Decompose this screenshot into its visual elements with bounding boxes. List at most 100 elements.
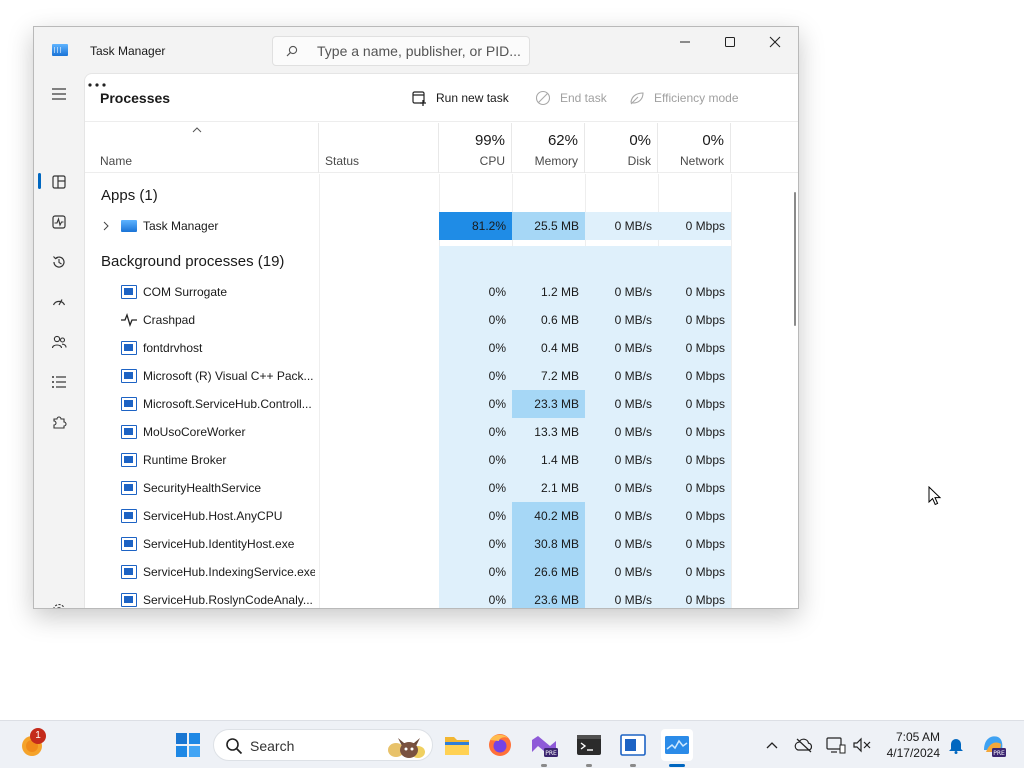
taskbar-search[interactable]: Search (213, 729, 433, 761)
efficiency-mode-button[interactable]: Efficiency mode (628, 88, 739, 108)
system-clock[interactable]: 7:05 AM 4/17/2024 (880, 729, 940, 761)
search-input[interactable] (317, 42, 522, 60)
table-row[interactable]: ServiceHub.IdentityHost.exe 0% 30.8 MB 0 MB… (85, 530, 731, 558)
network-cell: 0 Mbps (658, 278, 731, 306)
process-name: Task Manager (143, 219, 219, 233)
taskbar-file-explorer[interactable] (441, 729, 473, 761)
network-cell: 0 Mbps (658, 474, 731, 502)
nav-performance[interactable] (42, 205, 76, 239)
table-row[interactable]: ServiceHub.IndexingService.exe 0% 26.6 MB 0… (85, 558, 731, 586)
volume-tray-button[interactable] (852, 735, 872, 755)
disk-cell: 0 MB/s (585, 530, 658, 558)
network-tray-button[interactable] (826, 735, 846, 755)
table-row[interactable]: ServiceHub.Host.AnyCPU 0% 40.2 MB 0 MB/s 0 M… (85, 502, 731, 530)
show-hidden-icons-button[interactable] (762, 735, 782, 755)
nav-processes[interactable] (42, 165, 76, 199)
column-header-network[interactable]: 0% Network (658, 123, 731, 173)
hamburger-menu-button[interactable] (42, 77, 76, 111)
end-task-button[interactable]: End task (534, 88, 607, 108)
nav-settings[interactable] (42, 593, 76, 608)
disk-cell: 0 MB/s (585, 418, 658, 446)
table-row[interactable]: Microsoft (R) Visual C++ Pack... 0% 7.2 MB… (85, 362, 731, 390)
processes-page: Processes Run new task End task Efficien… (84, 73, 798, 608)
column-divider (731, 174, 732, 608)
taskbar-search-label: Search (250, 738, 295, 754)
memory-cell: 23.6 MB (512, 586, 585, 608)
cpu-cell: 0% (439, 586, 512, 608)
minimize-icon (680, 41, 690, 43)
column-header-status[interactable]: Status (319, 123, 439, 173)
hamburger-icon (52, 88, 66, 100)
process-name: fontdrvhost (143, 341, 203, 355)
task-manager-icon (121, 219, 137, 233)
users-icon (51, 335, 67, 349)
run-new-task-button[interactable]: Run new task (410, 88, 509, 108)
network-label: Network (679, 154, 724, 168)
column-header-disk[interactable]: 0% Disk (585, 123, 658, 173)
process-icon (121, 509, 137, 523)
disk-cell: 0 MB/s (585, 502, 658, 530)
minimize-button[interactable] (662, 27, 708, 57)
network-cell: 0 Mbps (658, 212, 731, 240)
memory-cell: 1.2 MB (512, 278, 585, 306)
end-task-icon (535, 90, 551, 106)
table-row[interactable]: Runtime Broker 0% 1.4 MB 0 MB/s 0 Mbps (85, 446, 731, 474)
clock-date: 4/17/2024 (886, 746, 940, 760)
column-header-memory[interactable]: 62% Memory (512, 123, 585, 173)
network-cell: 0 Mbps (658, 530, 731, 558)
taskbar-sandbox-app[interactable] (617, 729, 649, 761)
close-button[interactable] (752, 27, 798, 57)
column-headers: Name Status 99% CPU 62% Memory 0% Disk 0… (85, 123, 798, 173)
start-button[interactable] (176, 733, 200, 757)
task-manager-app-icon (52, 44, 68, 56)
chevron-right-icon[interactable] (103, 221, 109, 231)
process-icon (121, 481, 137, 495)
table-row[interactable]: fontdrvhost 0% 0.4 MB 0 MB/s 0 Mbps (85, 334, 731, 362)
nav-app-history[interactable] (42, 245, 76, 279)
notifications-button[interactable] (946, 735, 966, 755)
cpu-cell: 0% (439, 278, 512, 306)
table-row[interactable]: Task Manager 81.2% 25.5 MB 0 MB/s 0 Mbps (85, 212, 731, 240)
column-header-name[interactable]: Name (85, 123, 319, 173)
disk-label: Disk (627, 154, 651, 168)
bell-icon (949, 739, 963, 754)
title-bar[interactable]: Task Manager (34, 27, 798, 73)
nav-services[interactable] (42, 405, 76, 439)
table-row[interactable]: COM Surrogate 0% 1.2 MB 0 MB/s 0 Mbps (85, 278, 731, 306)
process-icon (121, 285, 137, 299)
maximize-button[interactable] (707, 27, 753, 57)
scrollbar-thumb[interactable] (794, 192, 796, 326)
taskbar-terminal[interactable] (573, 729, 605, 761)
nav-details[interactable] (42, 365, 76, 399)
cpu-cell: 0% (439, 390, 512, 418)
process-name: ServiceHub.RoslynCodeAnaly... (143, 593, 313, 607)
performance-icon (52, 215, 66, 229)
nav-users[interactable] (42, 325, 76, 359)
taskbar-firefox[interactable] (484, 729, 516, 761)
table-row[interactable]: ServiceHub.RoslynCodeAnaly... 0% 23.6 MB 0 … (85, 586, 731, 608)
table-row[interactable]: SecurityHealthService 0% 2.1 MB 0 MB/s 0 Mbp… (85, 474, 731, 502)
network-monitor-icon (826, 737, 846, 754)
group-spacer-cell (512, 246, 585, 278)
column-header-cpu[interactable]: 99% CPU (439, 123, 512, 173)
vertical-scrollbar[interactable] (790, 174, 798, 608)
cpu-cell: 0% (439, 362, 512, 390)
disk-cell: 0 MB/s (585, 474, 658, 502)
more-dots-icon (88, 83, 106, 87)
memory-cell: 0.6 MB (512, 306, 585, 334)
table-row[interactable]: Microsoft.ServiceHub.Controll... 0% 23.3 M… (85, 390, 731, 418)
taskbar-visual-studio-preview[interactable]: PRE (528, 729, 560, 761)
command-bar: Processes Run new task End task Efficien… (85, 74, 798, 122)
nav-startup-apps[interactable] (42, 285, 76, 319)
search-box[interactable] (272, 36, 530, 66)
table-row[interactable]: MoUsoCoreWorker 0% 13.3 MB 0 MB/s 0 Mbps (85, 418, 731, 446)
firefox-icon (489, 734, 511, 756)
network-cell: 0 Mbps (658, 558, 731, 586)
table-row[interactable]: Crashpad 0% 0.6 MB 0 MB/s 0 Mbps (85, 306, 731, 334)
copilot-preview-button[interactable]: PRE (980, 732, 1006, 758)
folder-icon (445, 737, 469, 755)
network-cell: 0 Mbps (658, 334, 731, 362)
process-name: COM Surrogate (143, 285, 228, 299)
onedrive-tray-button[interactable] (794, 735, 814, 755)
taskbar-task-manager[interactable] (661, 729, 693, 761)
